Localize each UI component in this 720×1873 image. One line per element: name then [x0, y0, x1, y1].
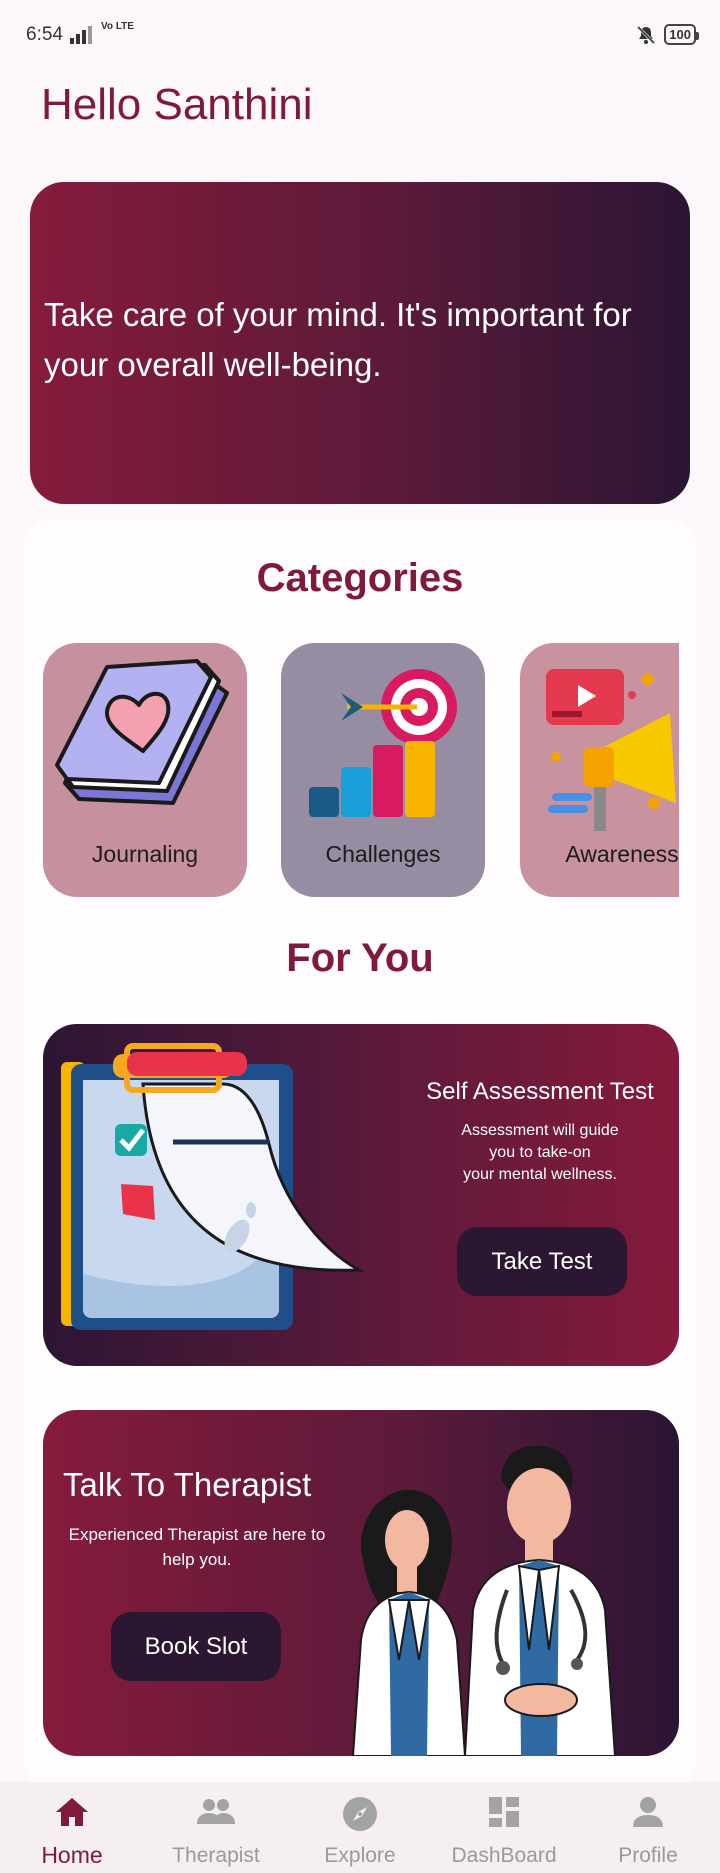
clipboard-illustration-icon	[61, 1043, 365, 1330]
dashboard-icon	[489, 1797, 519, 1827]
signal-icon	[70, 26, 92, 44]
take-test-button[interactable]: Take Test	[457, 1227, 627, 1296]
category-card-awareness[interactable]: Awareness	[520, 643, 679, 897]
bell-muted-icon	[637, 25, 656, 44]
nav-item-dashboard[interactable]: DashBoard	[432, 1782, 576, 1873]
assessment-description: Assessment will guide you to take-on you…	[415, 1120, 665, 1186]
greeting-title: Hello Santhini	[41, 80, 313, 129]
assessment-desc-line: you to take-on	[489, 1144, 591, 1161]
category-card-challenges[interactable]: Challenges	[281, 643, 485, 897]
assessment-desc-line: Assessment will guide	[461, 1122, 619, 1139]
category-label: Journaling	[91, 841, 199, 867]
nav-label: Explore	[324, 1844, 396, 1867]
therapist-description: Experienced Therapist are here to help y…	[68, 1525, 326, 1569]
nav-label: DashBoard	[451, 1844, 557, 1867]
category-label: Challenges	[325, 841, 441, 867]
journal-heart-icon	[55, 659, 229, 805]
category-label: Awareness	[565, 841, 679, 867]
status-bar: 6:54 Vo LTE 100	[0, 0, 720, 72]
categories-title: Categories	[256, 556, 464, 600]
status-time: 6:54	[26, 24, 63, 45]
talk-to-therapist-card[interactable]: Talk To Therapist Experienced Therapist …	[43, 1410, 679, 1756]
self-assessment-card[interactable]: Self Assessment Test Assessment will gui…	[43, 1024, 679, 1366]
target-chart-icon	[309, 669, 457, 817]
bottom-navigation: Home Therapist Explore DashBoard Profile	[0, 1782, 720, 1873]
volte-indicator: Vo LTE	[101, 21, 134, 32]
people-icon	[197, 1799, 235, 1824]
assessment-title: Self Assessment Test	[426, 1078, 654, 1105]
compass-icon	[343, 1797, 377, 1831]
nav-label: Therapist	[172, 1844, 260, 1867]
nav-label: Profile	[618, 1844, 678, 1867]
home-icon	[56, 1798, 88, 1826]
book-slot-button[interactable]: Book Slot	[111, 1612, 281, 1681]
nav-item-profile[interactable]: Profile	[576, 1782, 720, 1873]
categories-row[interactable]: Journaling Challenges Awareness	[43, 643, 679, 899]
header: Hello Santhini	[0, 72, 720, 152]
status-right: 100	[636, 24, 699, 45]
nav-item-explore[interactable]: Explore	[288, 1782, 432, 1873]
hero-banner: Take care of your mind. It's important f…	[30, 182, 690, 504]
nav-label: Home	[41, 1842, 103, 1868]
nav-item-home[interactable]: Home	[0, 1782, 144, 1873]
person-icon	[633, 1797, 663, 1827]
category-card-journaling[interactable]: Journaling	[43, 643, 247, 897]
battery-indicator: 100	[664, 24, 699, 45]
nav-item-therapist[interactable]: Therapist	[144, 1782, 288, 1873]
megaphone-icon	[546, 669, 676, 831]
hero-message: Take care of your mind. It's important f…	[44, 296, 632, 383]
for-you-title: For You	[286, 936, 434, 980]
doctors-illustration-icon	[351, 1445, 617, 1756]
therapist-title: Talk To Therapist	[63, 1466, 312, 1503]
assessment-desc-line: your mental wellness.	[463, 1166, 617, 1183]
